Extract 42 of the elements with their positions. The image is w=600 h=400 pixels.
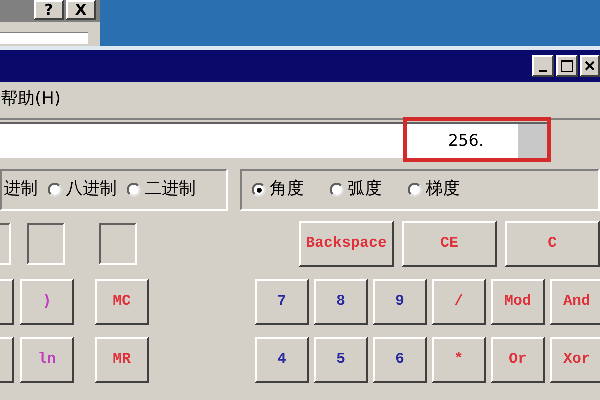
calculator-key[interactable]: )	[20, 279, 74, 325]
indicator-box	[99, 223, 138, 265]
calculator-key[interactable]: Xor	[550, 337, 600, 383]
calculator-key[interactable]: CE	[402, 221, 498, 267]
radio-button[interactable]	[252, 183, 266, 197]
input-field[interactable]	[0, 32, 88, 44]
radio-button[interactable]	[408, 183, 422, 197]
radio-label: 进制	[4, 178, 38, 202]
maximize-button[interactable]	[556, 55, 578, 77]
radio-label: 八进制	[66, 178, 117, 202]
calculator-key[interactable]: ln	[20, 337, 74, 383]
calculator-key[interactable]: Backspace	[299, 221, 394, 267]
radio-button[interactable]	[48, 183, 62, 197]
calculator-key[interactable]: 8	[314, 279, 368, 325]
calculator-key[interactable]: And	[550, 279, 600, 325]
close-icon	[584, 60, 596, 72]
display-side-block	[518, 124, 548, 158]
display-value: 256.	[448, 130, 484, 152]
radio-label: 弧度	[348, 178, 382, 202]
calculator-key[interactable]: C	[505, 221, 600, 267]
menu-item[interactable]: 帮助(H)	[1, 87, 62, 113]
calculator-key[interactable]: /	[432, 279, 486, 325]
calculator-key[interactable]: 5	[314, 337, 368, 383]
radio-label: 梯度	[426, 178, 460, 202]
calculator-key[interactable]: 6	[373, 337, 427, 383]
radio-label: 角度	[270, 178, 304, 202]
calculator-key[interactable]: 4	[255, 337, 309, 383]
calculator-key[interactable]: MC	[95, 279, 149, 325]
minimize-button[interactable]	[532, 55, 554, 77]
calculator-key[interactable]: MR	[95, 337, 149, 383]
radio-button[interactable]	[127, 183, 141, 197]
calculator-key[interactable]: 9	[373, 279, 427, 325]
indicator-box	[27, 223, 66, 265]
calculator-key[interactable]: 7	[255, 279, 309, 325]
title-bar-button[interactable]: X	[66, 0, 96, 20]
calculator-key[interactable]: Mod	[491, 279, 545, 325]
calculator-key[interactable]: Or	[491, 337, 545, 383]
title-bar-button[interactable]: ?	[34, 0, 64, 20]
radio-button[interactable]	[330, 183, 344, 197]
calculator-key[interactable]: *	[432, 337, 486, 383]
radio-label: 二进制	[145, 178, 196, 202]
close-button[interactable]	[580, 55, 600, 77]
